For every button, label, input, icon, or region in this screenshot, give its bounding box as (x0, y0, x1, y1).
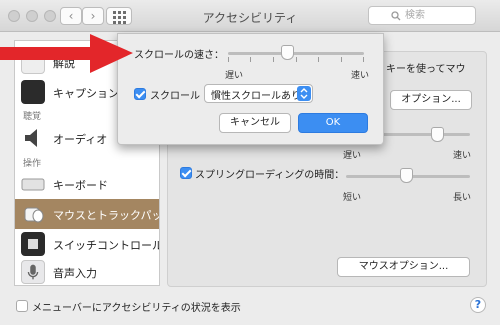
menubar-status-checkbox[interactable] (16, 300, 28, 312)
scroll-label: スクロール (150, 91, 200, 102)
help-icon: ? (474, 298, 482, 311)
scroll-mode-value: 慣性スクロールあり (211, 91, 301, 102)
spring-loading-label: スプリングローディングの時間： (195, 170, 345, 181)
scroll-options-sheet: スクロールの速さ： 遅い 速い スクロール 慣性スクロールあり キャンセル OK (117, 33, 384, 145)
menubar-status-label: メニューバーにアクセシビリティの状況を表示 (32, 303, 241, 314)
red-arrow-icon (0, 34, 133, 73)
double-click-speed-knob[interactable] (431, 127, 444, 142)
sidebar-item-label: マウスとトラックパッド (53, 209, 159, 222)
spring-loading-knob[interactable] (400, 168, 413, 183)
section-header-interaction: 操作 (23, 159, 42, 169)
scroll-speed-tick (250, 57, 251, 62)
spring-long-label: 長い (453, 193, 472, 203)
ok-button[interactable]: OK (298, 113, 368, 133)
keyboard-icon (21, 172, 45, 196)
section-header-hearing: 聴覚 (23, 112, 42, 122)
sidebar-item-label: キャプション (53, 87, 119, 100)
microphone-icon (21, 260, 45, 284)
scroll-speed-tick (228, 57, 229, 62)
scroll-speed-tick (363, 57, 364, 62)
scroll-mode-select[interactable]: 慣性スクロールあり (204, 84, 313, 103)
switch-control-icon (21, 232, 45, 256)
scroll-speed-knob[interactable] (281, 45, 294, 60)
double-click-fast-label: 速い (453, 151, 472, 161)
search-icon (391, 11, 401, 21)
scroll-speed-label: スクロールの速さ： (134, 50, 224, 61)
mouse-icon (21, 202, 45, 226)
scroll-speed-tick (273, 57, 274, 62)
captions-icon (21, 80, 45, 104)
search-placeholder: 検索 (405, 10, 425, 21)
sidebar-item-dictation[interactable]: 音声入力 (15, 257, 159, 285)
scroll-speed-tick (296, 57, 297, 62)
sidebar-item-mouse-trackpad[interactable]: マウスとトラックパッド (15, 199, 159, 229)
scroll-checkbox[interactable] (134, 88, 146, 100)
scroll-speed-track (228, 52, 364, 55)
sidebar-item-label: スイッチコントロール (53, 239, 160, 252)
sidebar-item-label: キーボード (53, 179, 108, 192)
double-click-slow-label: 遅い (343, 151, 362, 161)
scroll-speed-tick (341, 57, 342, 62)
search-input[interactable]: 検索 (368, 6, 476, 25)
chevron-updown-icon (297, 86, 311, 101)
mouse-options-button[interactable]: マウスオプション... (337, 257, 470, 277)
options-button[interactable]: オプション... (390, 90, 472, 110)
spring-loading-checkbox[interactable] (180, 167, 192, 179)
scroll-speed-tick (318, 57, 319, 62)
sidebar-item-label: オーディオ (53, 133, 108, 146)
speaker-icon (21, 126, 45, 150)
title-bar: ‹ › アクセシビリティ 検索 (0, 0, 500, 32)
scroll-slow-label: 遅い (225, 71, 244, 81)
scroll-fast-label: 速い (351, 71, 370, 81)
sidebar-item-label: 音声入力 (53, 267, 97, 280)
sidebar-item-switch-control[interactable]: スイッチコントロール (15, 229, 159, 259)
mouse-keys-text: キーを使ってマウ (386, 64, 466, 75)
cancel-button[interactable]: キャンセル (219, 113, 291, 133)
help-button[interactable]: ? (470, 297, 486, 313)
sidebar-item-keyboard[interactable]: キーボード (15, 169, 159, 199)
spring-short-label: 短い (343, 193, 362, 203)
